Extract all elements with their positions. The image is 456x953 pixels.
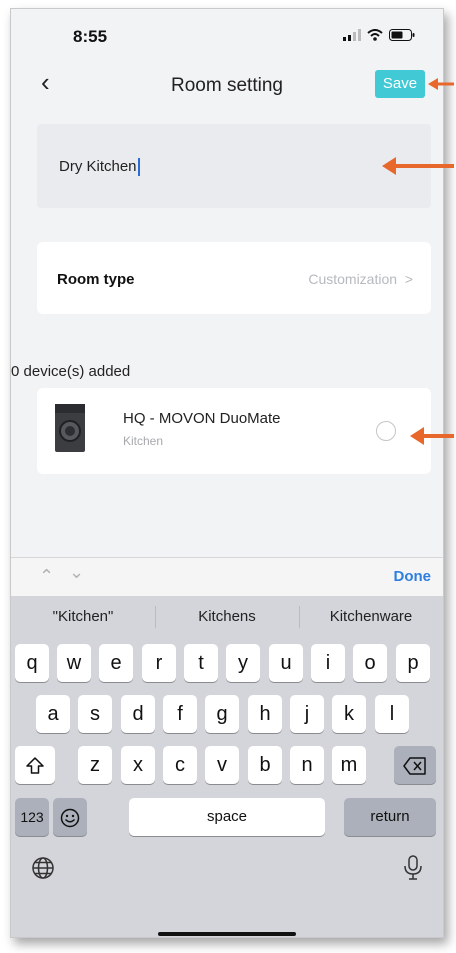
key-i[interactable]: i xyxy=(311,644,345,682)
key-e[interactable]: e xyxy=(99,644,133,682)
key-b[interactable]: b xyxy=(248,746,282,784)
status-icons xyxy=(343,29,415,41)
chevron-right-icon: > xyxy=(404,271,413,287)
signal-icon xyxy=(343,29,361,41)
room-type-row[interactable]: Room type Customization > xyxy=(37,242,431,314)
save-button[interactable]: Save xyxy=(375,70,425,98)
keyboard: "Kitchen" Kitchens Kitchenware q w e r t… xyxy=(11,596,443,937)
key-r[interactable]: r xyxy=(142,644,176,682)
microphone-icon[interactable] xyxy=(403,855,423,881)
battery-icon xyxy=(389,29,415,41)
key-c[interactable]: c xyxy=(163,746,197,784)
device-name: HQ - MOVON DuoMate xyxy=(123,410,281,427)
key-a[interactable]: a xyxy=(36,695,70,733)
suggestion-item[interactable]: Kitchens xyxy=(155,608,299,625)
globe-icon[interactable] xyxy=(31,856,55,880)
key-p[interactable]: p xyxy=(396,644,430,682)
emoji-icon xyxy=(60,809,80,828)
text-cursor xyxy=(137,158,140,177)
key-j[interactable]: j xyxy=(290,695,324,733)
chevron-up-icon[interactable]: ⌃ xyxy=(39,566,54,587)
room-name-value: Dry Kitchen xyxy=(59,158,140,177)
chevron-down-icon[interactable]: ⌄ xyxy=(69,562,84,583)
key-z[interactable]: z xyxy=(78,746,112,784)
space-key[interactable]: space xyxy=(129,798,325,836)
key-f[interactable]: f xyxy=(163,695,197,733)
key-m[interactable]: m xyxy=(332,746,366,784)
key-d[interactable]: d xyxy=(121,695,155,733)
key-u[interactable]: u xyxy=(269,644,303,682)
return-key[interactable]: return xyxy=(344,798,436,836)
suggestion-bar: "Kitchen" Kitchens Kitchenware xyxy=(11,596,443,634)
room-name-input[interactable]: Dry Kitchen xyxy=(37,124,431,208)
status-bar: 8:55 xyxy=(11,9,443,59)
key-y[interactable]: y xyxy=(226,644,260,682)
suggestion-item[interactable]: "Kitchen" xyxy=(11,608,155,625)
key-l[interactable]: l xyxy=(375,695,409,733)
status-time: 8:55 xyxy=(73,27,108,46)
key-w[interactable]: w xyxy=(57,644,91,682)
annotation-arrow-save xyxy=(428,78,454,90)
device-room: Kitchen xyxy=(123,434,164,448)
key-n[interactable]: n xyxy=(290,746,324,784)
key-x[interactable]: x xyxy=(121,746,155,784)
key-k[interactable]: k xyxy=(332,695,366,733)
annotation-arrow-device xyxy=(410,427,454,445)
keyboard-accessory-bar: ⌃ ⌄ Done xyxy=(11,557,443,596)
key-h[interactable]: h xyxy=(248,695,282,733)
shift-key[interactable] xyxy=(15,746,55,784)
done-button[interactable]: Done xyxy=(394,568,432,585)
phone-screen: 8:55 ‹ Room setting Save Dry Kitchen Roo… xyxy=(10,8,444,938)
emoji-key[interactable] xyxy=(53,798,87,836)
room-type-value: Customization > xyxy=(308,271,413,287)
numbers-key[interactable]: 123 xyxy=(15,798,49,836)
shift-icon xyxy=(26,757,44,775)
suggestion-item[interactable]: Kitchenware xyxy=(299,608,443,625)
nav-bar: ‹ Room setting Save xyxy=(11,61,443,109)
key-q[interactable]: q xyxy=(15,644,49,682)
backspace-icon xyxy=(403,757,426,776)
delete-key[interactable] xyxy=(394,746,436,784)
annotation-arrow-room-name xyxy=(382,157,454,175)
key-g[interactable]: g xyxy=(205,695,239,733)
wifi-icon xyxy=(367,29,383,41)
device-row[interactable]: HQ - MOVON DuoMate Kitchen xyxy=(37,388,431,474)
key-s[interactable]: s xyxy=(78,695,112,733)
room-type-label: Room type xyxy=(57,271,135,288)
home-indicator xyxy=(158,932,296,936)
key-v[interactable]: v xyxy=(205,746,239,784)
key-t[interactable]: t xyxy=(184,644,218,682)
device-select-radio[interactable] xyxy=(376,421,396,441)
key-o[interactable]: o xyxy=(353,644,387,682)
washer-dryer-icon xyxy=(55,404,85,452)
devices-count-label: 0 device(s) added xyxy=(11,363,131,380)
